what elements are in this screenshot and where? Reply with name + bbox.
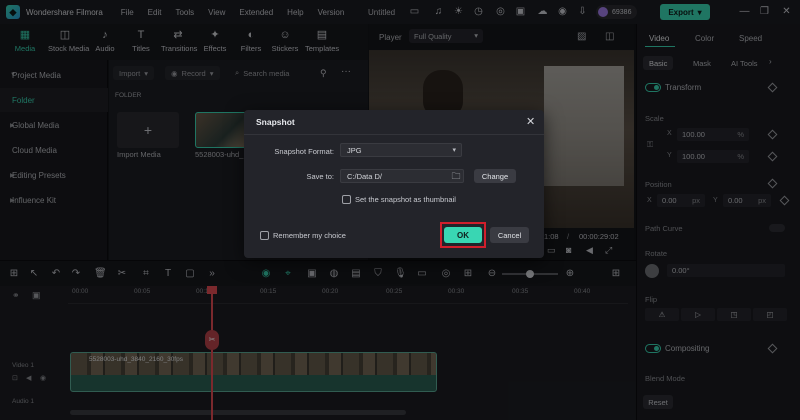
snapshot-format-select[interactable]: JPG ▾: [340, 143, 462, 157]
folder-icon[interactable]: 🗀: [450, 170, 462, 182]
dialog-divider: [244, 134, 544, 135]
snapshot-dialog: Snapshot ✕ Snapshot Format: JPG ▾ Save t…: [244, 110, 544, 258]
remember-choice-label: Remember my choice: [273, 231, 346, 240]
filmora-window: ◆ Wondershare Filmora File Edit Tools Vi…: [0, 0, 800, 420]
save-path-value: C:/Data D/: [347, 171, 383, 181]
thumbnail-checkbox[interactable]: [342, 195, 351, 204]
save-path-input[interactable]: C:/Data D/: [340, 169, 464, 183]
change-button[interactable]: Change: [474, 169, 516, 183]
dialog-title: Snapshot: [256, 117, 295, 127]
chevron-down-icon: ▾: [452, 147, 456, 154]
snapshot-format-value: JPG: [347, 145, 362, 155]
ok-label: OK: [457, 230, 469, 240]
remember-choice-checkbox[interactable]: [260, 231, 269, 240]
close-icon[interactable]: ✕: [526, 115, 535, 128]
cancel-label: Cancel: [497, 230, 522, 240]
save-to-label: Save to:: [306, 172, 334, 181]
change-label: Change: [481, 171, 509, 181]
snapshot-format-label: Snapshot Format:: [274, 147, 334, 156]
cancel-button[interactable]: Cancel: [490, 227, 529, 243]
ok-button[interactable]: OK: [444, 227, 482, 243]
thumbnail-checkbox-label: Set the snapshot as thumbnail: [355, 195, 456, 204]
